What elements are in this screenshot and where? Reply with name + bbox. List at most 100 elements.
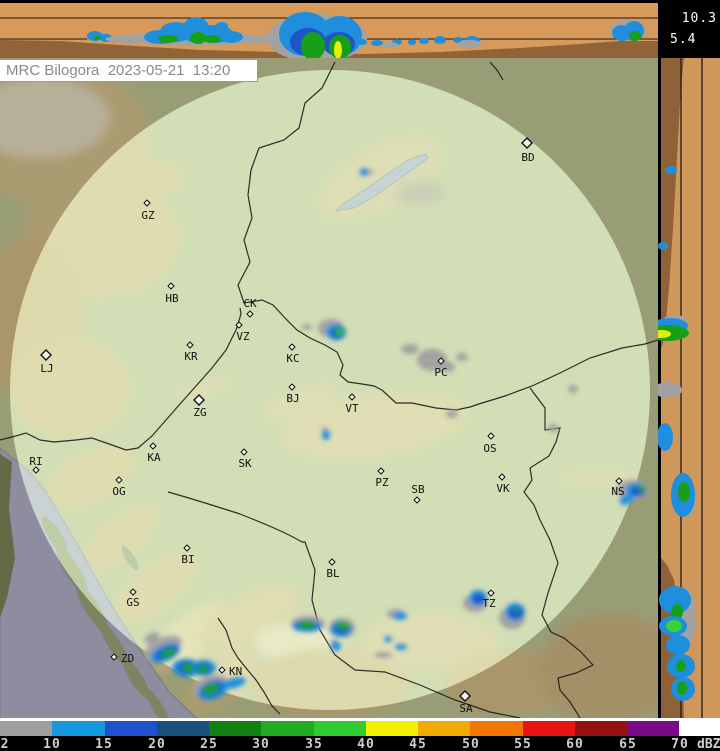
city-label: ZG <box>193 406 206 419</box>
radar-echo <box>665 166 677 174</box>
city-label: ZD <box>121 652 134 665</box>
city-label: KN <box>229 665 242 678</box>
radar-echo <box>302 324 312 330</box>
profile-height-label-upper: 10.3 <box>682 11 717 26</box>
radar-echo <box>331 641 341 651</box>
radar-echo <box>401 344 419 354</box>
radar-echo <box>371 40 383 46</box>
radar-echo <box>678 482 690 502</box>
city-label: KA <box>147 451 161 464</box>
city-label: PC <box>434 366 447 379</box>
radar-echo <box>329 20 345 30</box>
scale-segment <box>366 721 418 736</box>
radar-map: GZBDHBCKVZKRKCLJZGBJVTPCKASKRIOGPZSBVKOS… <box>0 58 658 718</box>
city-label: SB <box>411 483 425 496</box>
radar-title: MRC Bilogora 2023-05-21 13:20 <box>0 60 258 82</box>
scale-tick: 20 <box>148 737 166 751</box>
scale-segment <box>314 721 366 736</box>
city-label: NS <box>611 485 624 498</box>
radar-echo <box>637 486 645 492</box>
city-label: PZ <box>375 476 389 489</box>
radar-echo <box>393 612 407 620</box>
scale-segment <box>470 721 522 736</box>
scale-tick: 25 <box>200 737 218 751</box>
city-label: OS <box>483 442 496 455</box>
scale-tick: 35 <box>305 737 323 751</box>
radar-echo <box>158 35 178 43</box>
reflectivity-scale-labels: 210152025303540455055606570dBZ <box>0 736 720 751</box>
radar-echo <box>658 242 668 250</box>
scale-segment <box>575 721 627 736</box>
profile-height-label-lower: 5.4 <box>670 32 696 47</box>
radar-range-circle <box>10 70 650 710</box>
scale-tick: 60 <box>566 737 584 751</box>
scale-segment <box>209 721 261 736</box>
city-label: CK <box>243 297 257 310</box>
city-label: SK <box>238 457 252 470</box>
scale-segment <box>627 721 679 736</box>
city-label: BD <box>521 151 534 164</box>
radar-echo <box>216 22 228 30</box>
radar-echo <box>434 36 446 44</box>
radar-echo <box>360 168 368 176</box>
radar-echo <box>677 681 687 695</box>
scale-tick: 70 <box>671 737 689 751</box>
radar-echo <box>395 644 407 650</box>
scale-unit: dBZ <box>697 737 720 751</box>
city-label: KC <box>286 352 299 365</box>
radar-echo <box>322 430 330 440</box>
city-label: RI <box>29 455 42 468</box>
radar-echo <box>357 39 367 45</box>
city-label: LJ <box>40 362 53 375</box>
radar-echo <box>292 16 308 28</box>
city-label: HB <box>165 292 179 305</box>
radar-echo <box>419 38 429 44</box>
scale-segment <box>105 721 157 736</box>
radar-echo <box>298 621 316 629</box>
radar-echo <box>384 636 392 642</box>
radar-echo <box>219 31 243 43</box>
city-label: BI <box>181 553 194 566</box>
top-profile-strip <box>0 0 658 58</box>
scale-tick: 55 <box>514 737 532 751</box>
city-label: SA <box>459 702 473 715</box>
radar-echo <box>629 31 641 41</box>
right-profile-strip <box>658 58 720 718</box>
scale-segment <box>157 721 209 736</box>
scale-tick: 65 <box>619 737 637 751</box>
radar-echo <box>374 652 392 658</box>
radar-echo <box>197 665 209 673</box>
radar-echo <box>676 660 686 672</box>
scale-tick: 10 <box>43 737 61 751</box>
radar-echo <box>337 330 343 334</box>
profile-height-box: 10.3 5.4 <box>658 0 720 58</box>
radar-echo <box>666 635 690 655</box>
city-label: VT <box>345 402 359 415</box>
city-label: VZ <box>236 330 250 343</box>
radar-echo <box>456 353 468 361</box>
radar-echo <box>514 609 520 613</box>
scale-tick: 2 <box>1 737 10 751</box>
radar-echo <box>336 622 350 630</box>
radar-echo <box>382 42 398 48</box>
scale-segment <box>0 721 52 736</box>
radar-echo <box>548 424 558 432</box>
radar-echo <box>509 607 523 619</box>
reflectivity-colorbar <box>0 721 720 736</box>
scale-tick: 15 <box>95 737 113 751</box>
scale-segment <box>261 721 313 736</box>
scale-segment <box>523 721 575 736</box>
scale-tick: 45 <box>409 737 427 751</box>
radar-echo <box>93 36 101 40</box>
radar-echo <box>203 35 221 43</box>
scale-tick: 50 <box>462 737 480 751</box>
radar-echo <box>458 40 482 48</box>
city-label: BL <box>326 567 340 580</box>
city-label: TZ <box>482 597 496 610</box>
city-label: VK <box>496 482 510 495</box>
radar-echo <box>568 385 578 393</box>
radar-screen: 10.3 5.4 <box>0 0 720 751</box>
city-label: GS <box>126 596 139 609</box>
scale-segment <box>52 721 104 736</box>
scale-tick: 40 <box>357 737 375 751</box>
